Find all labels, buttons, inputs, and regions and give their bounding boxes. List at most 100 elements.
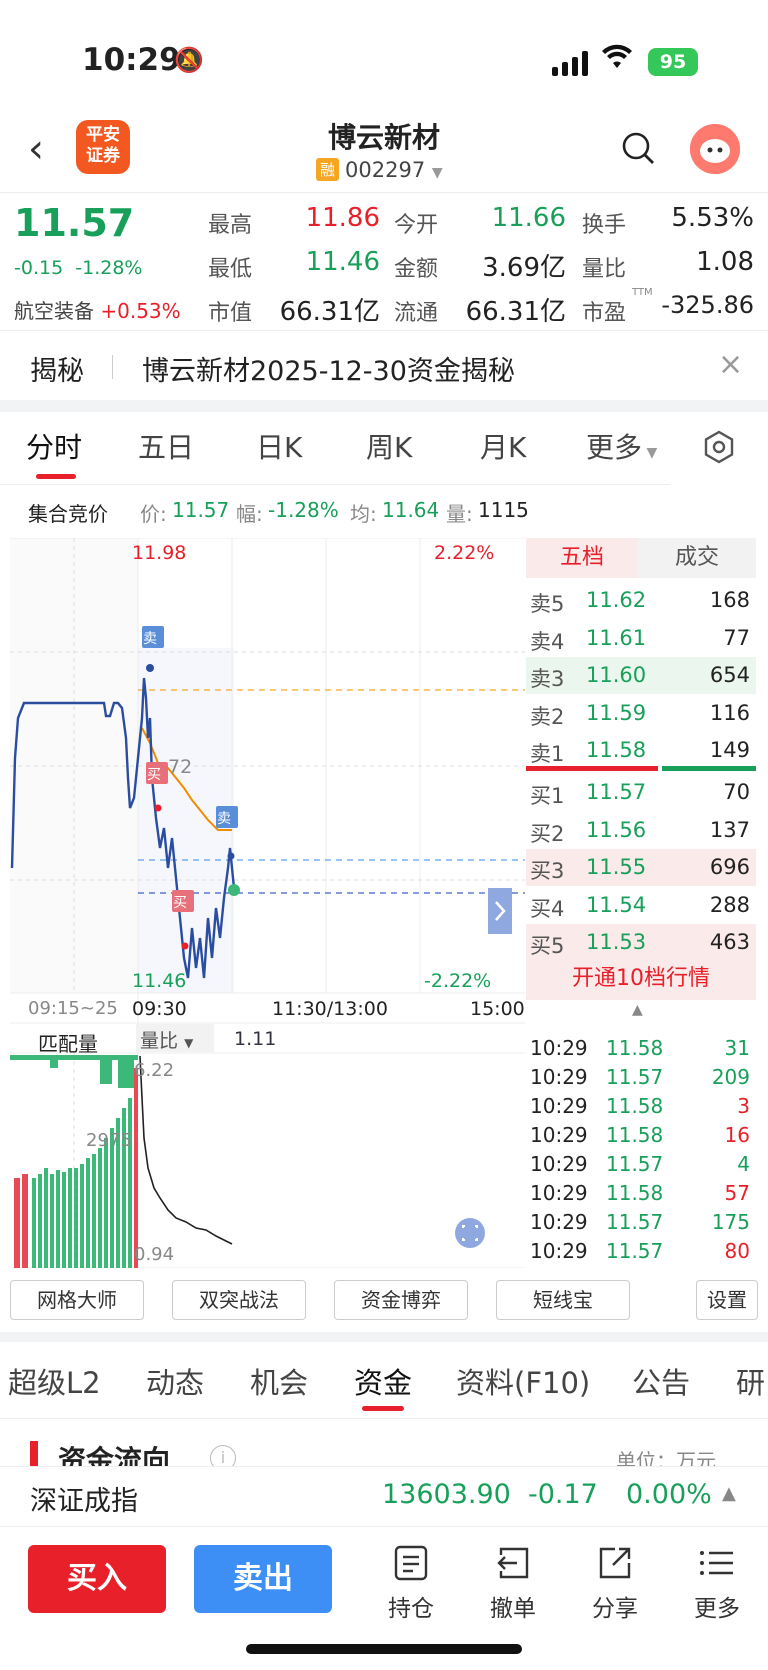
assistant-avatar-icon[interactable] [690,124,740,174]
chart-mid-label: 72 [168,756,193,778]
bid-price: 11.57 [586,780,647,804]
tick-price: 11.57 [606,1239,664,1263]
cancel-order-button[interactable]: 撤单 [478,1543,548,1623]
float-cap-value: 66.31亿 [465,297,566,327]
margin-badge: 融 [316,158,340,181]
caret-down-icon: ▼ [431,165,443,181]
indicator-selector[interactable]: 量比 ▼ [136,1024,214,1052]
scroll-up-icon[interactable]: ▲ [632,1002,643,1018]
tab-intraday[interactable]: 分时 [26,426,82,466]
sector-info[interactable]: 航空装备 +0.53% [14,295,181,324]
tick-price: 11.58 [606,1123,664,1147]
pe-value: -325.86 [661,291,754,319]
tick-time: 10:29 [530,1065,588,1089]
bid-row[interactable]: 买4 11.54 288 [526,887,756,924]
ask-row[interactable]: 卖4 11.61 77 [526,620,756,657]
signal-icon [552,50,588,76]
ask-row[interactable]: 卖2 11.59 116 [526,695,756,732]
share-button[interactable]: 分享 [580,1543,650,1623]
tick-time: 10:29 [530,1239,588,1263]
double-break-button[interactable]: 双突战法 [172,1280,306,1320]
open-value: 11.66 [491,203,566,233]
bid-row[interactable]: 买3 11.55 696 [526,849,756,887]
tab-f10[interactable]: 资料(F10) [456,1360,590,1402]
last-price: 11.57 [14,201,135,245]
bid-volume: 463 [709,930,750,955]
tab-funds[interactable]: 资金 [354,1360,412,1402]
bid-price: 11.54 [586,892,647,917]
chart-top-price: 11.98 [132,542,187,564]
tab-monthly-k[interactable]: 月K [480,426,526,466]
tick-time: 10:29 [530,1094,588,1118]
ask-row[interactable]: 卖1 11.58 149 [526,732,756,769]
search-icon[interactable] [620,130,656,166]
tick-time: 10:29 [530,1152,588,1176]
status-time: 10:29 [82,42,181,78]
index-pct: 0.00% [626,1479,712,1510]
tick-volume: 4 [737,1152,750,1176]
trade-tick-row: 10:29 11.57 4 [526,1152,756,1181]
trade-tick-row: 10:29 11.57 80 [526,1239,756,1268]
ask-label: 卖4 [530,629,565,654]
price-change: -0.15 -1.28% [14,257,143,279]
ask-price: 11.61 [586,625,647,650]
fund-game-button[interactable]: 资金博弈 [334,1280,468,1320]
trade-tick-row: 10:29 11.58 31 [526,1036,756,1065]
grid-master-button[interactable]: 网格大师 [10,1280,144,1320]
tick-volume: 16 [724,1123,750,1147]
upgrade-10-level-button[interactable]: 开通10档行情 [526,958,756,1000]
tab-daily-k[interactable]: 日K [256,426,302,466]
buy-marker: 买 [173,895,187,911]
tab-announcements[interactable]: 公告 [632,1360,690,1402]
bid-row[interactable]: 买1 11.57 70 [526,774,756,811]
ask-label: 卖3 [530,667,565,692]
tab-five-day[interactable]: 五日 [138,426,194,466]
intraday-chart[interactable]: 11.98 2.22% 11.46 -2.22% 72 卖 买 买 卖 09:1… [10,537,525,1269]
bid-row[interactable]: 买2 11.56 137 [526,812,756,849]
more-button[interactable]: 更多 [682,1543,752,1623]
ask-row[interactable]: 卖5 11.62 168 [526,582,756,619]
bid-row[interactable]: 买5 11.53 463 [526,924,756,962]
tab-research[interactable]: 研 [736,1360,765,1402]
info-icon[interactable]: i [210,1445,236,1466]
tools-settings-button[interactable]: 设置 [696,1280,758,1320]
stock-code-selector[interactable]: 融 002297 ▼ [316,158,443,182]
trade-tick-row: 10:29 11.58 3 [526,1094,756,1123]
sell-marker: 卖 [143,631,157,647]
gear-icon[interactable] [702,430,736,468]
ask-label: 卖2 [530,704,565,729]
tab-five-levels[interactable]: 五档 [526,538,638,578]
tick-volume: 80 [724,1239,750,1263]
tick-time: 10:29 [530,1210,588,1234]
tab-news[interactable]: 动态 [146,1360,204,1402]
ask-row[interactable]: 卖3 11.60 654 [526,657,756,695]
sell-button[interactable]: 卖出 [194,1545,332,1613]
tab-super-l2[interactable]: 超级L2 [8,1360,101,1402]
ask-volume: 168 [709,588,750,612]
ask-price: 11.58 [586,738,647,763]
tab-opportunity[interactable]: 机会 [250,1360,308,1402]
ask-volume: 149 [709,738,750,763]
tick-volume: 3 [737,1094,750,1118]
tab-trades[interactable]: 成交 [638,538,756,578]
time-label-midday: 11:30/13:00 [272,998,388,1020]
bid-volume: 696 [709,855,750,880]
fund-reveal-banner[interactable]: 揭秘 博云新材2025-12-30资金揭秘 × [0,330,768,400]
bid-label: 买2 [530,821,565,846]
index-ticker[interactable]: 深证成指 13603.90 -0.17 0.00% ▲ [0,1466,768,1524]
bid-volume: 70 [723,780,750,804]
close-icon[interactable]: × [718,347,743,382]
short-line-button[interactable]: 短线宝 [496,1280,630,1320]
tab-weekly-k[interactable]: 周K [366,426,412,466]
expand-up-icon[interactable]: ▲ [722,1483,736,1504]
home-indicator [246,1644,522,1654]
tick-price: 11.58 [606,1036,664,1060]
bid-volume: 137 [709,817,750,842]
tab-more[interactable]: 更多 ▼ [586,426,657,466]
positions-button[interactable]: 持仓 [376,1543,446,1623]
vol-ratio-value: 1.08 [696,247,754,277]
ask-label: 卖1 [530,742,565,767]
stock-header: ‹ 平安 证券 博云新材 融 002297 ▼ [0,110,768,192]
buy-button[interactable]: 买入 [28,1545,166,1613]
tick-volume: 209 [711,1065,750,1089]
